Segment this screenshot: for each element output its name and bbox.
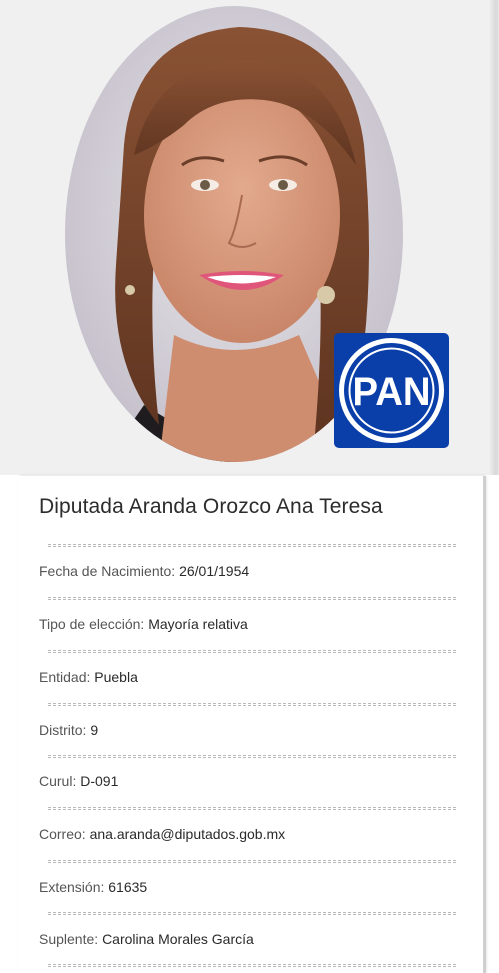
divider	[48, 703, 456, 706]
field-value: Carolina Morales García	[102, 931, 254, 947]
divider	[48, 544, 456, 547]
photo-area: PAN	[0, 0, 499, 475]
field-label: Tipo de elección:	[39, 616, 145, 632]
field-substitute: Suplente: Carolina Morales García	[39, 931, 254, 947]
field-election-type: Tipo de elección: Mayoría relativa	[39, 616, 248, 632]
divider	[48, 650, 456, 653]
field-seat: Curul: D-091	[39, 773, 118, 789]
email-link[interactable]: ana.aranda@diputados.gob.mx	[90, 826, 286, 842]
pan-party-logo: PAN	[334, 333, 449, 448]
field-value: 9	[90, 722, 99, 738]
field-entity: Entidad: Puebla	[39, 669, 138, 685]
info-card: Diputada Aranda Orozco Ana Teresa Fecha …	[18, 476, 486, 973]
field-extension: Extensión: 61635	[39, 879, 147, 895]
divider	[48, 964, 456, 967]
pan-logo-icon: PAN	[339, 338, 444, 443]
divider	[48, 912, 456, 915]
page-title: Diputada Aranda Orozco Ana Teresa	[39, 495, 383, 518]
field-value: Puebla	[94, 669, 138, 685]
field-label: Extensión:	[39, 879, 105, 895]
field-label: Entidad:	[39, 669, 91, 685]
legislator-profile: PAN Diputada Aranda Orozco Ana Teresa Fe…	[0, 0, 499, 973]
field-value: D-091	[80, 773, 119, 789]
field-label: Suplente:	[39, 931, 99, 947]
divider	[48, 755, 456, 758]
field-birthdate: Fecha de Nacimiento: 26/01/1954	[39, 563, 249, 579]
party-logo-text: PAN	[353, 370, 431, 414]
field-label: Curul:	[39, 773, 77, 789]
field-value: Mayoría relativa	[148, 616, 248, 632]
field-label: Distrito:	[39, 722, 87, 738]
divider	[48, 807, 456, 810]
info-card-edge	[483, 476, 486, 973]
divider	[48, 860, 456, 863]
photo-area-edge	[489, 0, 499, 475]
field-label: Correo:	[39, 826, 86, 842]
field-district: Distrito: 9	[39, 722, 98, 738]
field-value: 61635	[108, 879, 148, 895]
field-value: 26/01/1954	[179, 563, 250, 579]
field-email: Correo: ana.aranda@diputados.gob.mx	[39, 826, 285, 842]
field-label: Fecha de Nacimiento:	[39, 563, 176, 579]
divider	[48, 597, 456, 600]
